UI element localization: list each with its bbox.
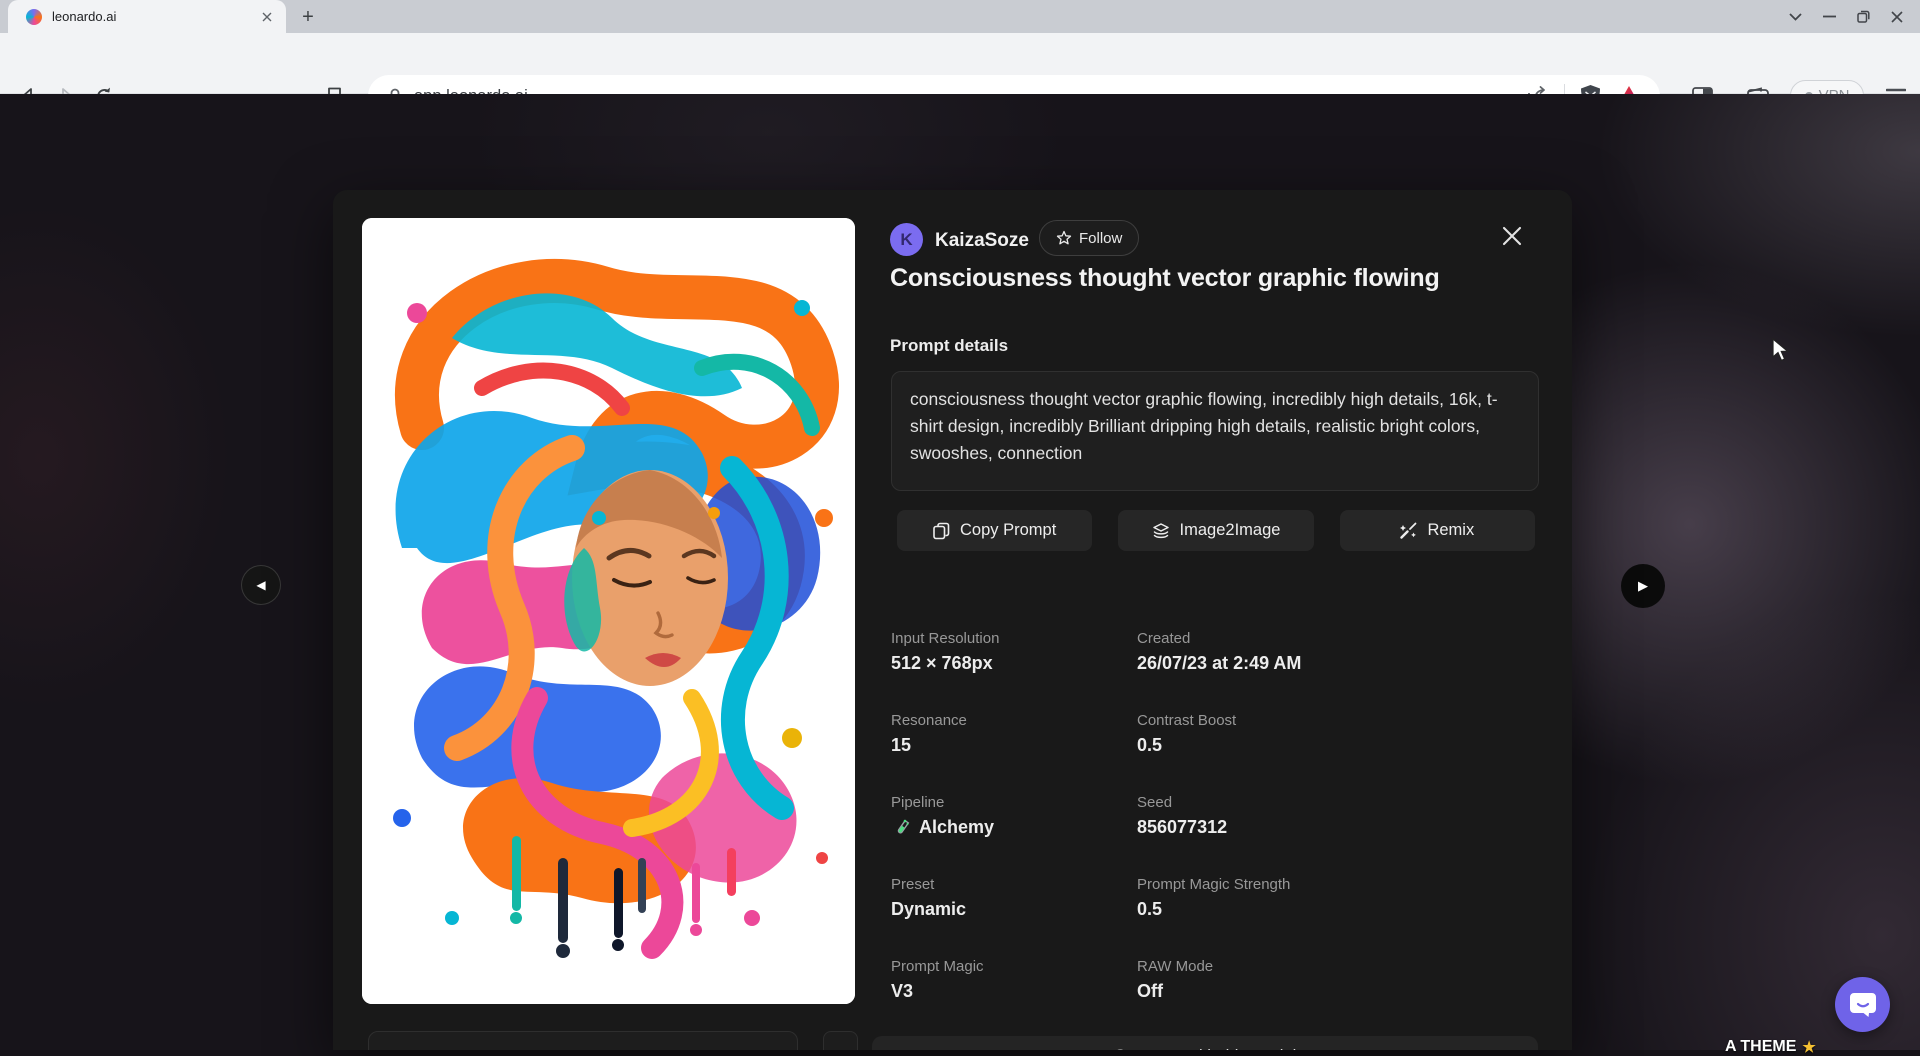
- tab-search-chevron-icon[interactable]: [1778, 3, 1812, 31]
- detail-value: V3: [891, 981, 913, 1002]
- generation-title: Consciousness thought vector graphic flo…: [890, 264, 1440, 293]
- detail-label: Pipeline: [891, 794, 1137, 811]
- detail-item: Pipeline Alchemy: [891, 794, 1137, 838]
- generation-detail-modal: K KaizaSoze Follow Consciousness thought…: [333, 190, 1572, 1050]
- detail-value: Alchemy: [919, 817, 994, 838]
- copy-prompt-button[interactable]: Copy Prompt: [897, 510, 1092, 551]
- tab-close-icon[interactable]: [258, 8, 276, 26]
- details-grid: Input Resolution 512 × 768px Created: [891, 630, 1551, 1002]
- detail-item: Resonance 15: [891, 712, 1137, 756]
- remix-label: Remix: [1427, 521, 1474, 540]
- remix-button[interactable]: Remix: [1340, 510, 1535, 551]
- new-tab-button[interactable]: +: [296, 5, 320, 29]
- prompt-text: consciousness thought vector graphic flo…: [891, 371, 1539, 491]
- prompt-details-heading: Prompt details: [890, 336, 1008, 356]
- carousel-next-button[interactable]: ▶: [1621, 564, 1665, 608]
- minimize-button[interactable]: [1812, 3, 1846, 31]
- restore-button[interactable]: [1846, 3, 1880, 31]
- detail-item: RAW Mode Off: [1137, 958, 1551, 1002]
- detail-label: Resonance: [891, 712, 1137, 729]
- action-buttons-row: Copy Prompt Image2Image Remix: [897, 510, 1535, 551]
- copy-prompt-label: Copy Prompt: [960, 521, 1056, 540]
- avatar[interactable]: K: [890, 223, 923, 256]
- close-window-button[interactable]: [1880, 3, 1914, 31]
- sparkle-icon: ★: [1802, 1038, 1815, 1056]
- browser-tab[interactable]: leonardo.ai: [8, 0, 286, 33]
- detail-label: Preset: [891, 876, 1137, 893]
- detail-label: Prompt Magic: [891, 958, 1137, 975]
- prompt-input-partial[interactable]: [368, 1031, 798, 1050]
- detail-value: 512 × 768px: [891, 653, 993, 674]
- tab-strip: leonardo.ai +: [0, 0, 1920, 33]
- test-tube-icon: [891, 818, 911, 838]
- copy-icon: [933, 522, 950, 540]
- page-backdrop: ◀ ▶: [0, 94, 1920, 1050]
- chat-bubble-icon: [1849, 991, 1877, 1018]
- detail-value: Off: [1137, 981, 1163, 1002]
- detail-label: Contrast Boost: [1137, 712, 1551, 729]
- follow-button[interactable]: Follow: [1039, 220, 1139, 256]
- user-name[interactable]: KaizaSoze: [935, 230, 1029, 252]
- detail-label: Input Resolution: [891, 630, 1137, 647]
- close-icon[interactable]: [1499, 223, 1525, 249]
- detail-label: Prompt Magic Strength: [1137, 876, 1551, 893]
- generated-image[interactable]: [362, 218, 855, 1004]
- detail-value: 0.5: [1137, 899, 1162, 920]
- layers-icon: [1152, 523, 1170, 539]
- detail-item: Prompt Magic V3: [891, 958, 1137, 1002]
- detail-item: Preset Dynamic: [891, 876, 1137, 920]
- carousel-prev-button[interactable]: ◀: [241, 565, 281, 605]
- detail-value: 856077312: [1137, 817, 1227, 838]
- detail-item: Seed 856077312: [1137, 794, 1551, 838]
- wand-icon: [1400, 522, 1417, 539]
- window-controls: [1778, 0, 1914, 33]
- partial-theme-text: A THEME ★: [1725, 1038, 1816, 1056]
- site-favicon: [26, 9, 42, 25]
- support-chat-button[interactable]: [1835, 977, 1890, 1032]
- detail-value: Dynamic: [891, 899, 966, 920]
- star-icon: [1056, 230, 1072, 246]
- detail-label: RAW Mode: [1137, 958, 1551, 975]
- detail-item: Input Resolution 512 × 768px: [891, 630, 1137, 674]
- input-action-button-partial[interactable]: [823, 1031, 858, 1050]
- image2image-button[interactable]: Image2Image: [1118, 510, 1313, 551]
- detail-item: Created 26/07/23 at 2:49 AM: [1137, 630, 1551, 674]
- detail-value: 15: [891, 735, 911, 756]
- detail-item: Contrast Boost 0.5: [1137, 712, 1551, 756]
- detail-label: Created: [1137, 630, 1551, 647]
- detail-value: 26/07/23 at 2:49 AM: [1137, 653, 1301, 674]
- generate-with-model-button[interactable]: Generate with this model: [872, 1036, 1538, 1050]
- tab-title: leonardo.ai: [52, 9, 258, 24]
- image2image-label: Image2Image: [1180, 521, 1281, 540]
- detail-item: Prompt Magic Strength 0.5: [1137, 876, 1551, 920]
- follow-label: Follow: [1079, 230, 1122, 247]
- browser-toolbar: app.leonardo.ai: [0, 33, 1920, 94]
- detail-value: 0.5: [1137, 735, 1162, 756]
- detail-label: Seed: [1137, 794, 1551, 811]
- mouse-cursor: [1772, 338, 1794, 362]
